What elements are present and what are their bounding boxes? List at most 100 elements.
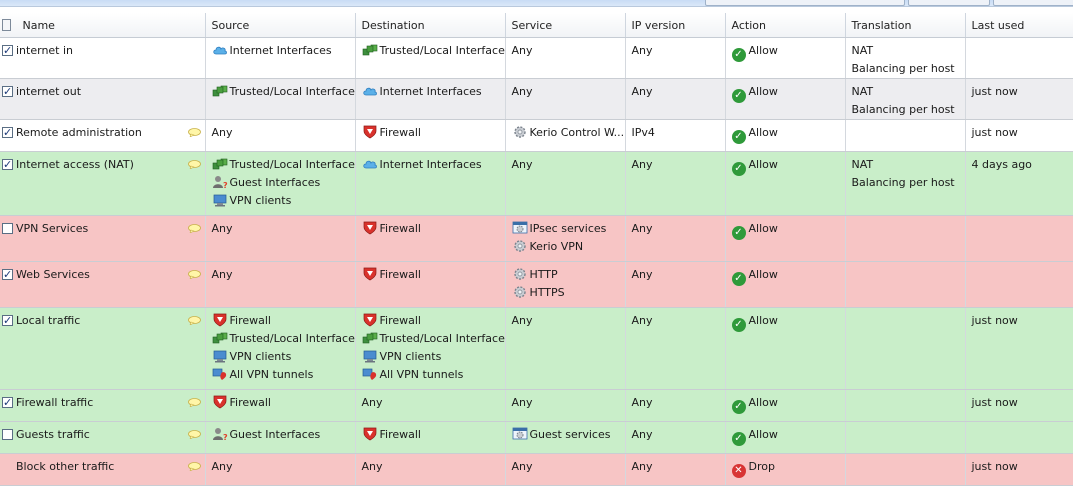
- column-header-service[interactable]: Service: [505, 13, 626, 38]
- cell-service[interactable]: Kerio Control W...: [505, 119, 626, 152]
- column-header-last-used[interactable]: Last used: [965, 13, 1073, 38]
- cell-ip-version[interactable]: Any: [625, 389, 726, 422]
- cell-source[interactable]: Any: [205, 119, 356, 152]
- cell-name[interactable]: Firewall traffic: [0, 389, 206, 422]
- cell-translation[interactable]: [845, 119, 966, 152]
- cell-ip-version[interactable]: Any: [625, 37, 726, 79]
- cell-source[interactable]: Any: [205, 261, 356, 308]
- cell-translation[interactable]: [845, 453, 966, 486]
- cell-destination[interactable]: Any: [355, 389, 506, 422]
- cell-source[interactable]: Firewall: [205, 389, 356, 422]
- rule-enabled-checkbox[interactable]: [2, 223, 13, 234]
- cell-source[interactable]: ? Guest Interfaces: [205, 421, 356, 454]
- cell-name[interactable]: Web Services: [0, 261, 206, 308]
- cell-action[interactable]: ✓ Allow: [725, 151, 846, 216]
- cell-translation[interactable]: [845, 307, 966, 390]
- cell-translation[interactable]: [845, 421, 966, 454]
- cell-translation[interactable]: [845, 389, 966, 422]
- table-row[interactable]: Web ServicesAnyFirewallHTTPHTTPSAny✓Allo…: [0, 261, 1073, 308]
- cell-translation[interactable]: [845, 215, 966, 262]
- cell-action[interactable]: ✓ Allow: [725, 37, 846, 79]
- cell-ip-version[interactable]: Any: [625, 151, 726, 216]
- rule-enabled-checkbox[interactable]: [2, 266, 13, 284]
- table-row[interactable]: Local traffic Firewall Trusted/Local Inter…: [0, 307, 1073, 390]
- cell-name[interactable]: Guests traffic: [0, 421, 206, 454]
- cell-name[interactable]: Block other traffic: [0, 453, 206, 486]
- cell-service[interactable]: Guest services: [505, 421, 626, 454]
- rule-enabled-checkbox[interactable]: [2, 394, 13, 412]
- comment-icon[interactable]: [187, 427, 201, 440]
- cell-name[interactable]: internet out: [0, 78, 206, 120]
- cell-ip-version[interactable]: Any: [625, 261, 726, 308]
- cell-service[interactable]: Any: [505, 307, 626, 390]
- cell-source[interactable]: Any: [205, 453, 356, 486]
- cell-translation[interactable]: NAT Balancing per host: [845, 151, 966, 216]
- cell-service[interactable]: Any: [505, 78, 626, 120]
- toolbar-button-2[interactable]: [908, 0, 990, 6]
- table-row[interactable]: Firewall trafficFirewallAnyAnyAny✓Allowj…: [0, 389, 1073, 422]
- table-row[interactable]: internet in Internet Interfaces Trusted/Lo…: [0, 37, 1073, 79]
- table-row[interactable]: Remote administration Any Firewall Kerio Co…: [0, 119, 1073, 152]
- column-header-source[interactable]: Source: [205, 13, 356, 38]
- cell-destination[interactable]: Firewall: [355, 119, 506, 152]
- rule-enabled-checkbox[interactable]: [2, 156, 13, 174]
- table-row[interactable]: Internet access (NAT) Trusted/Local Inter…: [0, 151, 1073, 216]
- cell-destination[interactable]: Any: [355, 453, 506, 486]
- cell-destination[interactable]: Firewall: [355, 421, 506, 454]
- cell-ip-version[interactable]: Any: [625, 215, 726, 262]
- cell-service[interactable]: IPsec services Kerio VPN: [505, 215, 626, 262]
- cell-action[interactable]: ✓ Allow: [725, 119, 846, 152]
- cell-action[interactable]: ✓ Allow: [725, 421, 846, 454]
- column-chooser-icon[interactable]: [2, 18, 11, 31]
- cell-service[interactable]: Any: [505, 151, 626, 216]
- cell-action[interactable]: ✓ Allow: [725, 389, 846, 422]
- cell-ip-version[interactable]: Any: [625, 453, 726, 486]
- cell-ip-version[interactable]: Any: [625, 78, 726, 120]
- cell-name[interactable]: Local traffic: [0, 307, 206, 390]
- cell-action[interactable]: ✕ Drop: [725, 453, 846, 486]
- cell-destination[interactable]: Internet Interfaces: [355, 151, 506, 216]
- cell-action[interactable]: ✓ Allow: [725, 261, 846, 308]
- cell-destination[interactable]: Firewall: [355, 261, 506, 308]
- column-header-name[interactable]: Name: [0, 13, 206, 38]
- comment-icon[interactable]: [187, 157, 201, 170]
- column-header-destination[interactable]: Destination: [355, 13, 506, 38]
- comment-icon[interactable]: [187, 313, 201, 326]
- cell-source[interactable]: Firewall Trusted/Local Interfaces VPN clie…: [205, 307, 356, 390]
- table-row[interactable]: internet out Trusted/Local Interfaces Inte…: [0, 78, 1073, 120]
- toolbar-button-1[interactable]: [705, 0, 905, 6]
- comment-icon[interactable]: [187, 125, 201, 138]
- cell-action[interactable]: ✓ Allow: [725, 78, 846, 120]
- cell-destination[interactable]: Internet Interfaces: [355, 78, 506, 120]
- rule-enabled-checkbox[interactable]: [2, 83, 13, 101]
- cell-ip-version[interactable]: IPv4: [625, 119, 726, 152]
- rule-enabled-checkbox[interactable]: [2, 429, 13, 440]
- cell-source[interactable]: Any: [205, 215, 356, 262]
- comment-icon[interactable]: [187, 267, 201, 280]
- cell-service[interactable]: HTTP HTTPS: [505, 261, 626, 308]
- rule-enabled-checkbox[interactable]: [2, 42, 13, 60]
- column-header-ip-version[interactable]: IP version: [625, 13, 726, 38]
- cell-service[interactable]: Any: [505, 453, 626, 486]
- cell-translation[interactable]: [845, 261, 966, 308]
- cell-source[interactable]: Trusted/Local Interfaces: [205, 78, 356, 120]
- cell-destination[interactable]: Trusted/Local Interfaces: [355, 37, 506, 79]
- cell-destination[interactable]: Firewall Trusted/Local Interfaces VPN clie…: [355, 307, 506, 390]
- table-row[interactable]: Guests traffic? Guest Interfaces Firewall G…: [0, 421, 1073, 454]
- cell-ip-version[interactable]: Any: [625, 421, 726, 454]
- cell-source[interactable]: Internet Interfaces: [205, 37, 356, 79]
- rule-enabled-checkbox[interactable]: [2, 124, 13, 142]
- cell-service[interactable]: Any: [505, 37, 626, 79]
- comment-icon[interactable]: [187, 459, 201, 472]
- cell-destination[interactable]: Firewall: [355, 215, 506, 262]
- table-row[interactable]: VPN Services Any Firewall IPsec services Ker…: [0, 215, 1073, 262]
- comment-icon[interactable]: [187, 395, 201, 408]
- cell-translation[interactable]: NAT Balancing per host: [845, 37, 966, 79]
- cell-source[interactable]: Trusted/Local Interfaces? Guest Interface…: [205, 151, 356, 216]
- table-row[interactable]: Block other traffic Any Any Any Any ✕ Drop just…: [0, 453, 1073, 486]
- cell-name[interactable]: VPN Services: [0, 215, 206, 262]
- toolbar-button-3[interactable]: [993, 0, 1073, 6]
- cell-name[interactable]: Remote administration: [0, 119, 206, 152]
- cell-translation[interactable]: NAT Balancing per host: [845, 78, 966, 120]
- column-header-action[interactable]: Action: [725, 13, 846, 38]
